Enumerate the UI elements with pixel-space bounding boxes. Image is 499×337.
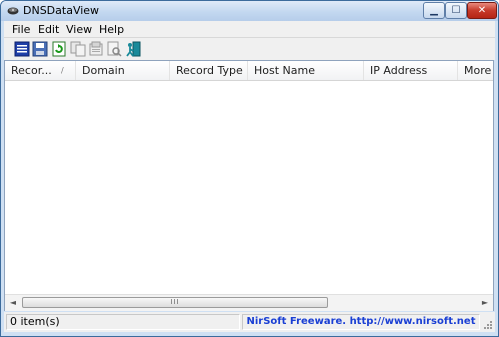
toolbar <box>4 38 495 60</box>
minimize-icon: ▁ <box>430 5 438 16</box>
column-more[interactable]: More <box>458 61 493 80</box>
column-domain[interactable]: Domain <box>76 61 170 80</box>
save-icon[interactable] <box>32 41 48 57</box>
menu-bar: File Edit View Help <box>4 21 495 38</box>
find-icon[interactable] <box>106 41 122 57</box>
column-record-type[interactable]: Record Type <box>170 61 248 80</box>
menu-view[interactable]: View <box>66 23 92 36</box>
scroll-thumb-grip: III <box>170 298 180 306</box>
records-list[interactable]: Recor... / Domain Record Type Host Name … <box>4 60 494 311</box>
column-host-name[interactable]: Host Name <box>248 61 364 80</box>
menu-help[interactable]: Help <box>99 23 124 36</box>
close-icon: ✕ <box>477 5 487 16</box>
maximize-icon: ☐ <box>451 5 461 16</box>
close-button[interactable]: ✕ <box>467 2 497 19</box>
item-count: 0 item(s) <box>6 314 240 330</box>
horizontal-scrollbar[interactable]: ◄ III ► <box>5 294 493 311</box>
minimize-button[interactable]: ▁ <box>423 2 445 19</box>
copy-icon[interactable] <box>70 41 86 57</box>
exit-icon[interactable] <box>125 41 141 57</box>
column-header: Recor... / Domain Record Type Host Name … <box>5 61 493 81</box>
refresh-icon[interactable] <box>51 41 67 57</box>
scroll-thumb[interactable]: III <box>22 297 328 308</box>
column-record-label: Recor... <box>11 64 52 77</box>
column-record[interactable]: Recor... / <box>5 61 76 80</box>
app-window: DNSDataView ▁ ☐ ✕ File Edit View Help Re… <box>0 0 499 337</box>
sort-indicator: / <box>61 66 64 75</box>
maximize-button[interactable]: ☐ <box>445 2 467 19</box>
column-ip-address[interactable]: IP Address <box>364 61 458 80</box>
menu-file[interactable]: File <box>12 23 30 36</box>
properties-icon[interactable] <box>14 41 30 57</box>
html-report-icon[interactable] <box>88 41 104 57</box>
window-title: DNSDataView <box>23 4 100 17</box>
scroll-right-arrow[interactable]: ► <box>477 295 493 311</box>
nirsoft-link[interactable]: NirSoft Freeware. http://www.nirsoft.net <box>242 314 480 330</box>
disk-icon <box>7 7 19 15</box>
status-bar: 0 item(s) NirSoft Freeware. http://www.n… <box>4 312 495 332</box>
title-bar[interactable]: DNSDataView ▁ ☐ ✕ <box>1 1 498 21</box>
resize-grip-icon[interactable] <box>483 320 493 330</box>
menu-edit[interactable]: Edit <box>38 23 59 36</box>
scroll-left-arrow[interactable]: ◄ <box>5 295 21 311</box>
